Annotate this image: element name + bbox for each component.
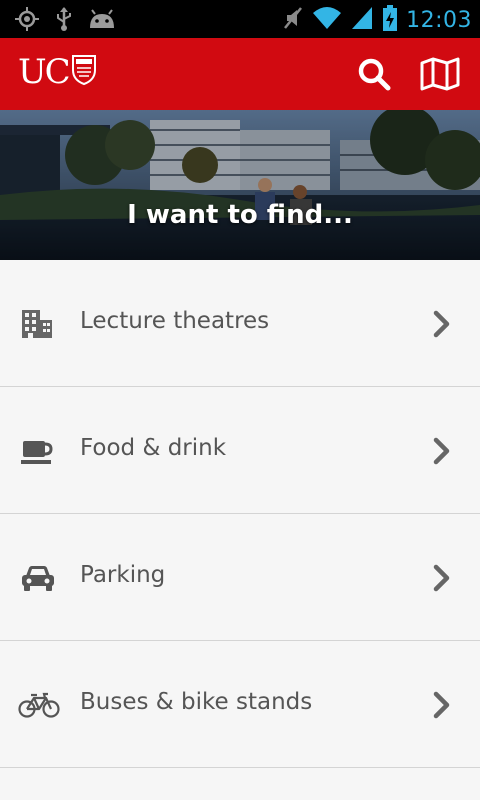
- map-button[interactable]: [420, 56, 460, 96]
- search-icon: [357, 57, 391, 95]
- crest-icon: [71, 54, 97, 90]
- hero-title: I want to find...: [127, 200, 353, 230]
- chevron-right-icon: [432, 437, 452, 465]
- clock: 12:03: [406, 7, 472, 33]
- campus-photo: [0, 110, 480, 260]
- category-list: Lecture theatres Food & drink Parking Bu…: [0, 260, 480, 768]
- search-button[interactable]: [354, 56, 394, 96]
- list-item-label: Food & drink: [80, 435, 227, 461]
- map-icon: [420, 57, 460, 95]
- chevron-right-icon: [432, 310, 452, 338]
- signal-icon: [350, 5, 374, 35]
- bicycle-icon: [18, 689, 60, 721]
- gps-icon: [14, 6, 40, 36]
- mute-icon: [282, 5, 304, 35]
- list-item-parking[interactable]: Parking: [0, 514, 480, 641]
- logo-text: UC: [18, 52, 71, 92]
- android-icon: [88, 8, 116, 34]
- hero-banner: I want to find...: [0, 110, 480, 260]
- coffee-cup-icon: [20, 435, 54, 467]
- usb-icon: [54, 6, 74, 36]
- list-item-label: Parking: [80, 562, 166, 588]
- status-bar-system: 12:03: [282, 4, 472, 36]
- list-item-food-drink[interactable]: Food & drink: [0, 387, 480, 514]
- status-bar: 12:03: [0, 0, 480, 38]
- wifi-icon: [312, 5, 342, 35]
- car-icon: [20, 562, 54, 594]
- status-bar-notifications: [14, 6, 116, 36]
- list-item-label: Buses & bike stands: [80, 689, 313, 715]
- chevron-right-icon: [432, 564, 452, 592]
- battery-charging-icon: [382, 4, 398, 36]
- list-item-label: Lecture theatres: [80, 308, 270, 334]
- uc-logo[interactable]: UC: [18, 52, 97, 92]
- list-item-lecture-theatres[interactable]: Lecture theatres: [0, 260, 480, 387]
- app-bar: UC: [0, 38, 480, 110]
- chevron-right-icon: [432, 691, 452, 719]
- list-item-buses-bike-stands[interactable]: Buses & bike stands: [0, 641, 480, 768]
- building-icon: [20, 308, 54, 340]
